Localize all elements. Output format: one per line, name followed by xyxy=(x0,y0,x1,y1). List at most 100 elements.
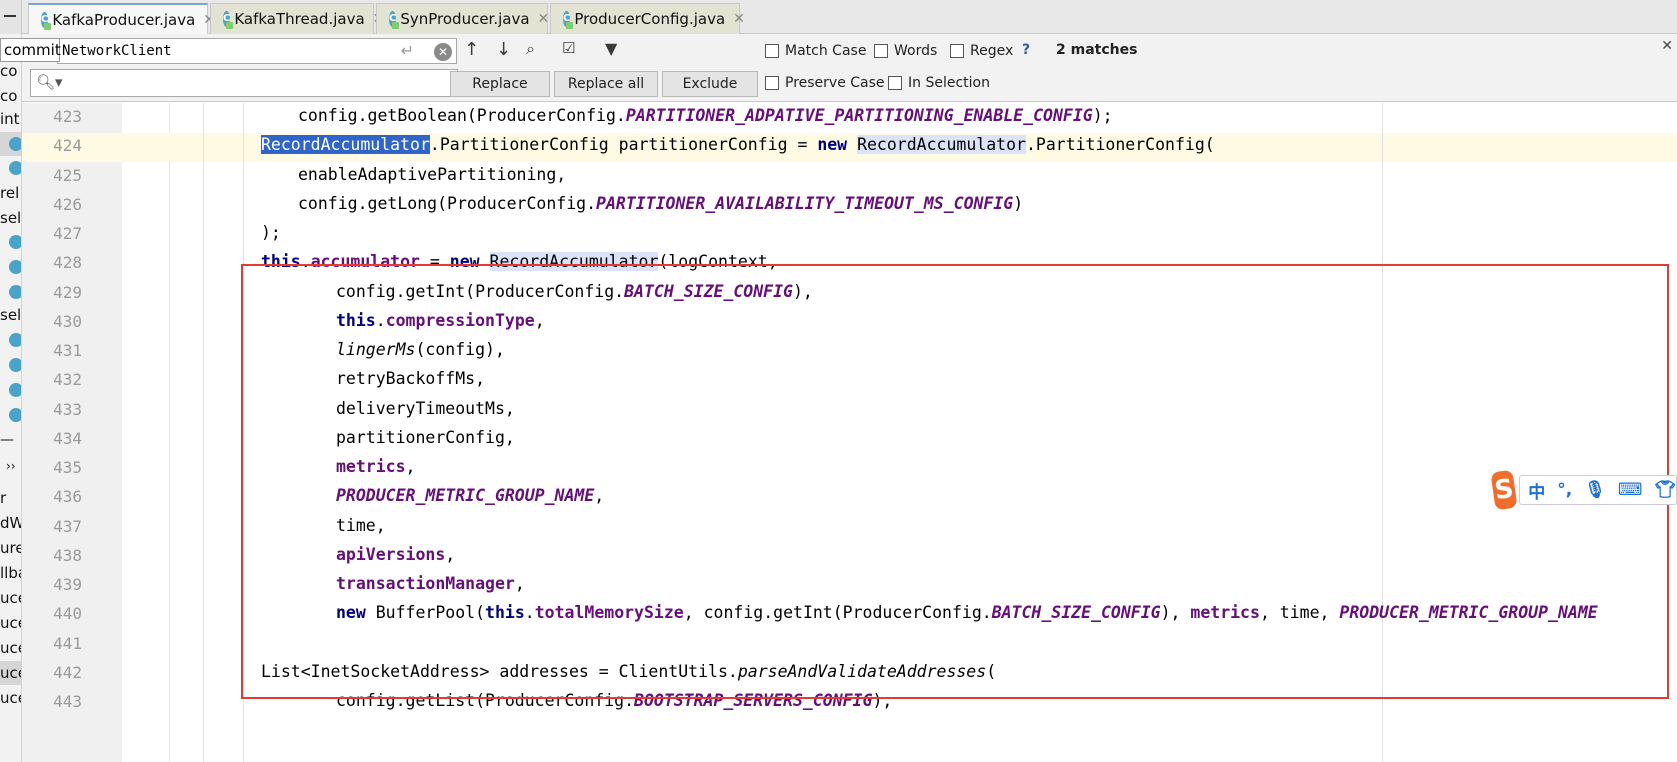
code-line: this.compressionType, xyxy=(336,310,545,332)
code-line: time, xyxy=(336,515,386,537)
replace-all-button[interactable]: Replace all xyxy=(554,71,658,97)
code-line: apiVersions, xyxy=(336,544,455,566)
code-line: config.getList(ProducerConfig.BOOTSTRAP_… xyxy=(336,690,892,712)
minimize-icon[interactable] xyxy=(0,0,22,34)
sidebar-item[interactable]: uce xyxy=(0,589,21,607)
match-case-label: Match Case xyxy=(785,43,867,59)
line-number: 432 xyxy=(53,370,82,390)
sidebar-item[interactable]: sel xyxy=(0,209,21,227)
words-label: Words xyxy=(894,43,938,59)
code-token: ), xyxy=(792,281,813,301)
exclude-button[interactable]: Exclude xyxy=(662,71,758,97)
collapse-icon[interactable]: — xyxy=(0,432,14,448)
sidebar-item[interactable]: r xyxy=(0,489,6,507)
tab-producerconfig[interactable]: C ProducerConfig.java ✕ xyxy=(550,3,745,34)
fold-gutter xyxy=(122,103,170,762)
line-number: 426 xyxy=(53,194,82,214)
line-number: 440 xyxy=(53,604,82,624)
code-token: compressionType xyxy=(385,310,535,330)
code-token: deliveryTimeoutMs, xyxy=(336,398,515,418)
sidebar-item[interactable]: dW xyxy=(0,514,21,532)
close-icon[interactable]: ✕ xyxy=(1661,38,1673,54)
sidebar-item[interactable]: uce xyxy=(0,614,21,632)
sidebar-item[interactable]: co xyxy=(0,62,17,80)
regex-help-link[interactable]: ? xyxy=(1022,42,1030,58)
clear-icon[interactable]: ✕ xyxy=(434,43,452,61)
java-class-icon xyxy=(9,137,21,151)
filter-icon[interactable]: ▼ xyxy=(605,39,617,58)
code-token: config.getList(ProducerConfig. xyxy=(336,691,635,710)
code-token: BATCH_SIZE_CONFIG xyxy=(991,603,1161,623)
code-line: config.getBoolean(ProducerConfig.PARTITI… xyxy=(298,105,1113,127)
code-token: PRODUCER_METRIC_GROUP_NAME xyxy=(1339,603,1598,623)
line-number: 429 xyxy=(53,282,82,302)
project-sidebar: co co int rel sel sel — ›› r dW ure llba… xyxy=(0,34,22,762)
line-number: 436 xyxy=(53,487,82,507)
next-occurrence-icon[interactable]: ↓ xyxy=(496,39,511,60)
in-selection-checkbox[interactable]: In Selection xyxy=(888,75,990,91)
regex-checkbox[interactable]: Regex xyxy=(950,43,1013,59)
java-class-icon xyxy=(9,235,21,249)
sidebar-item[interactable]: uce xyxy=(0,639,21,657)
close-icon[interactable]: ✕ xyxy=(538,11,550,27)
sidebar-item[interactable]: sel xyxy=(0,306,21,324)
ime-toolbar[interactable]: S 中 °, 🎙︎ ⌨ 👕︎ xyxy=(1490,469,1677,511)
tab-kafkaproducer[interactable]: C KafkaProducer.java ✕ xyxy=(28,3,215,34)
code-token: , xyxy=(405,457,416,476)
java-class-icon xyxy=(9,161,21,175)
sidebar-item[interactable]: ure xyxy=(0,539,21,557)
expand-icon[interactable]: ›› xyxy=(6,459,16,473)
code-line: transactionManager, xyxy=(336,573,525,595)
sidebar-item[interactable]: uce xyxy=(0,689,21,707)
code-token: new xyxy=(817,135,848,155)
keyboard-icon[interactable]: ⌨ xyxy=(1618,480,1643,500)
sidebar-item[interactable]: int xyxy=(0,110,20,128)
words-checkbox[interactable]: Words xyxy=(874,43,937,59)
match-count: 2 matches xyxy=(1056,42,1138,58)
tab-kafkathread[interactable]: C KafkaThread.java ✕ xyxy=(210,3,384,34)
previous-occurrence-icon[interactable]: ↑ xyxy=(464,39,479,60)
tab-synproducer[interactable]: C SynProducer.java ✕ xyxy=(376,3,550,34)
code-token: .PartitionerConfig( xyxy=(1025,135,1215,155)
shirt-icon[interactable]: 👕︎ xyxy=(1654,480,1676,500)
search-input[interactable]: NetworkClient ↵ ✕ xyxy=(57,38,457,64)
close-icon[interactable]: ✕ xyxy=(733,11,745,27)
line-number: 435 xyxy=(53,458,82,477)
match-case-checkbox[interactable]: Match Case xyxy=(765,43,866,59)
sidebar-item[interactable]: llba xyxy=(0,564,21,582)
enter-icon: ↵ xyxy=(400,41,414,60)
sidebar-item[interactable]: co xyxy=(0,87,17,105)
line-number: 424 xyxy=(53,136,82,156)
replace-input[interactable]: 🔍︎▾ xyxy=(30,69,458,97)
java-class-icon xyxy=(9,358,21,372)
java-class-icon: C xyxy=(389,11,400,29)
find-all-icon[interactable]: ⌕ xyxy=(526,39,535,59)
replace-button[interactable]: Replace xyxy=(450,71,550,97)
code-line: deliveryTimeoutMs, xyxy=(336,398,515,420)
code-token: , xyxy=(594,486,605,506)
ime-language[interactable]: 中 xyxy=(1528,478,1545,503)
mic-icon[interactable]: 🎙︎ xyxy=(1584,480,1606,500)
code-editor[interactable]: 423 config.getBoolean(ProducerConfig.PART… xyxy=(22,103,1677,762)
ime-punctuation[interactable]: °, xyxy=(1557,480,1572,500)
line-number: 442 xyxy=(53,662,82,682)
preserve-case-checkbox[interactable]: Preserve Case xyxy=(765,75,885,91)
select-all-occurrences-icon[interactable]: ☑ xyxy=(562,39,575,57)
sidebar-item[interactable]: uce xyxy=(0,664,21,682)
find-replace-panel: NetworkClient ↵ ✕ 🔍︎▾ ↑ ↓ ⌕ ☑ ▼ Match Ca… xyxy=(22,34,1677,102)
code-line: RecordAccumulator.PartitionerConfig part… xyxy=(261,134,1215,156)
code-token: PRODUCER_METRIC_GROUP_NAME xyxy=(336,486,595,506)
code-token: time, xyxy=(336,515,386,535)
sogou-logo-icon[interactable]: S xyxy=(1490,469,1518,511)
search-icon: 🔍︎▾ xyxy=(36,73,63,91)
line-number: 439 xyxy=(53,575,82,594)
commit-popup[interactable]: commit xyxy=(0,38,61,62)
code-token: parseAndValidateAddresses xyxy=(737,661,987,681)
java-class-icon xyxy=(9,260,21,274)
code-token: , config.getInt(ProducerConfig. xyxy=(683,603,992,623)
line-number: 430 xyxy=(53,311,82,331)
line-number: 425 xyxy=(53,165,82,185)
right-margin-guide xyxy=(1382,103,1383,762)
code-token: (config), xyxy=(415,340,505,359)
sidebar-item[interactable]: rel xyxy=(0,184,19,202)
